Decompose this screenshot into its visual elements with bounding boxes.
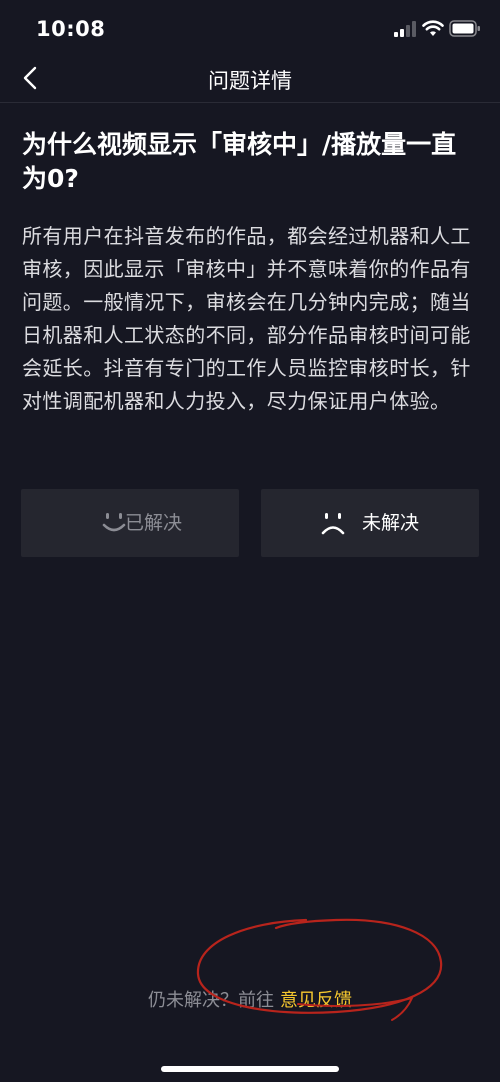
wifi-icon — [422, 20, 444, 36]
question-title: 为什么视频显示「审核中」/播放量一直为0? — [22, 130, 457, 193]
nav-bar: 问题详情 — [0, 56, 500, 103]
signal-icon — [394, 21, 416, 37]
feedback-link[interactable]: 意见反馈 — [280, 990, 352, 1011]
bottom-prompt: 仍未解决？前往 意见反馈 — [0, 986, 500, 1012]
prompt-text: 仍未解决？前往 — [148, 990, 274, 1011]
home-indicator[interactable] — [161, 1066, 339, 1072]
smile-face-icon — [102, 513, 126, 532]
resolved-label: 已解决 — [125, 512, 183, 534]
unresolved-label: 未解决 — [362, 512, 420, 534]
unresolved-button[interactable]: 未解决 — [261, 489, 479, 557]
status-bar: 10:08 — [0, 0, 500, 56]
answer-text: 所有用户在抖音发布的作品，都会经过机器和人工审核，因此显示「审核中」并不意味着你… — [22, 224, 471, 413]
status-time: 10:08 — [36, 17, 106, 41]
page-title: 问题详情 — [208, 69, 292, 93]
battery-icon — [449, 20, 480, 37]
sad-face-icon — [321, 513, 345, 535]
resolved-button[interactable]: 已解决 — [21, 489, 239, 557]
